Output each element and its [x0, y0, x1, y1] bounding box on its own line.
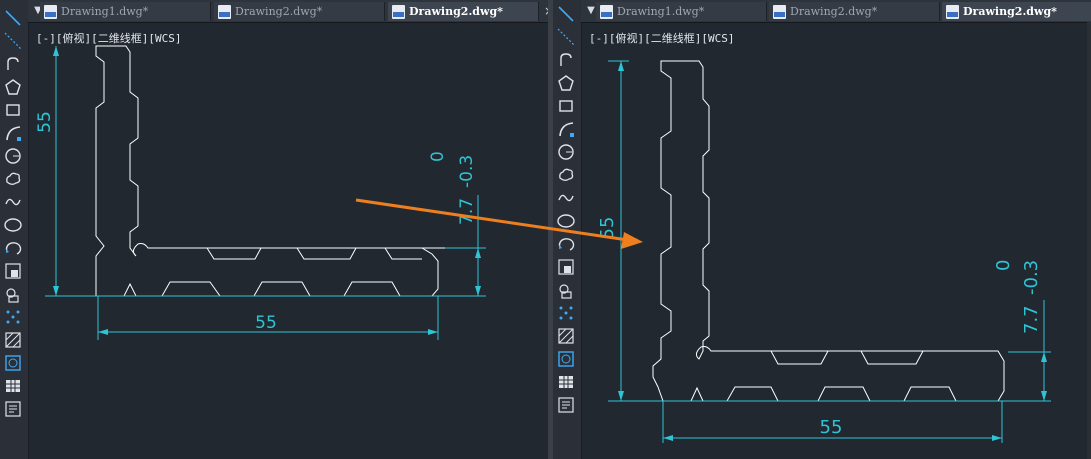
annotation-arrow	[355, 198, 643, 249]
